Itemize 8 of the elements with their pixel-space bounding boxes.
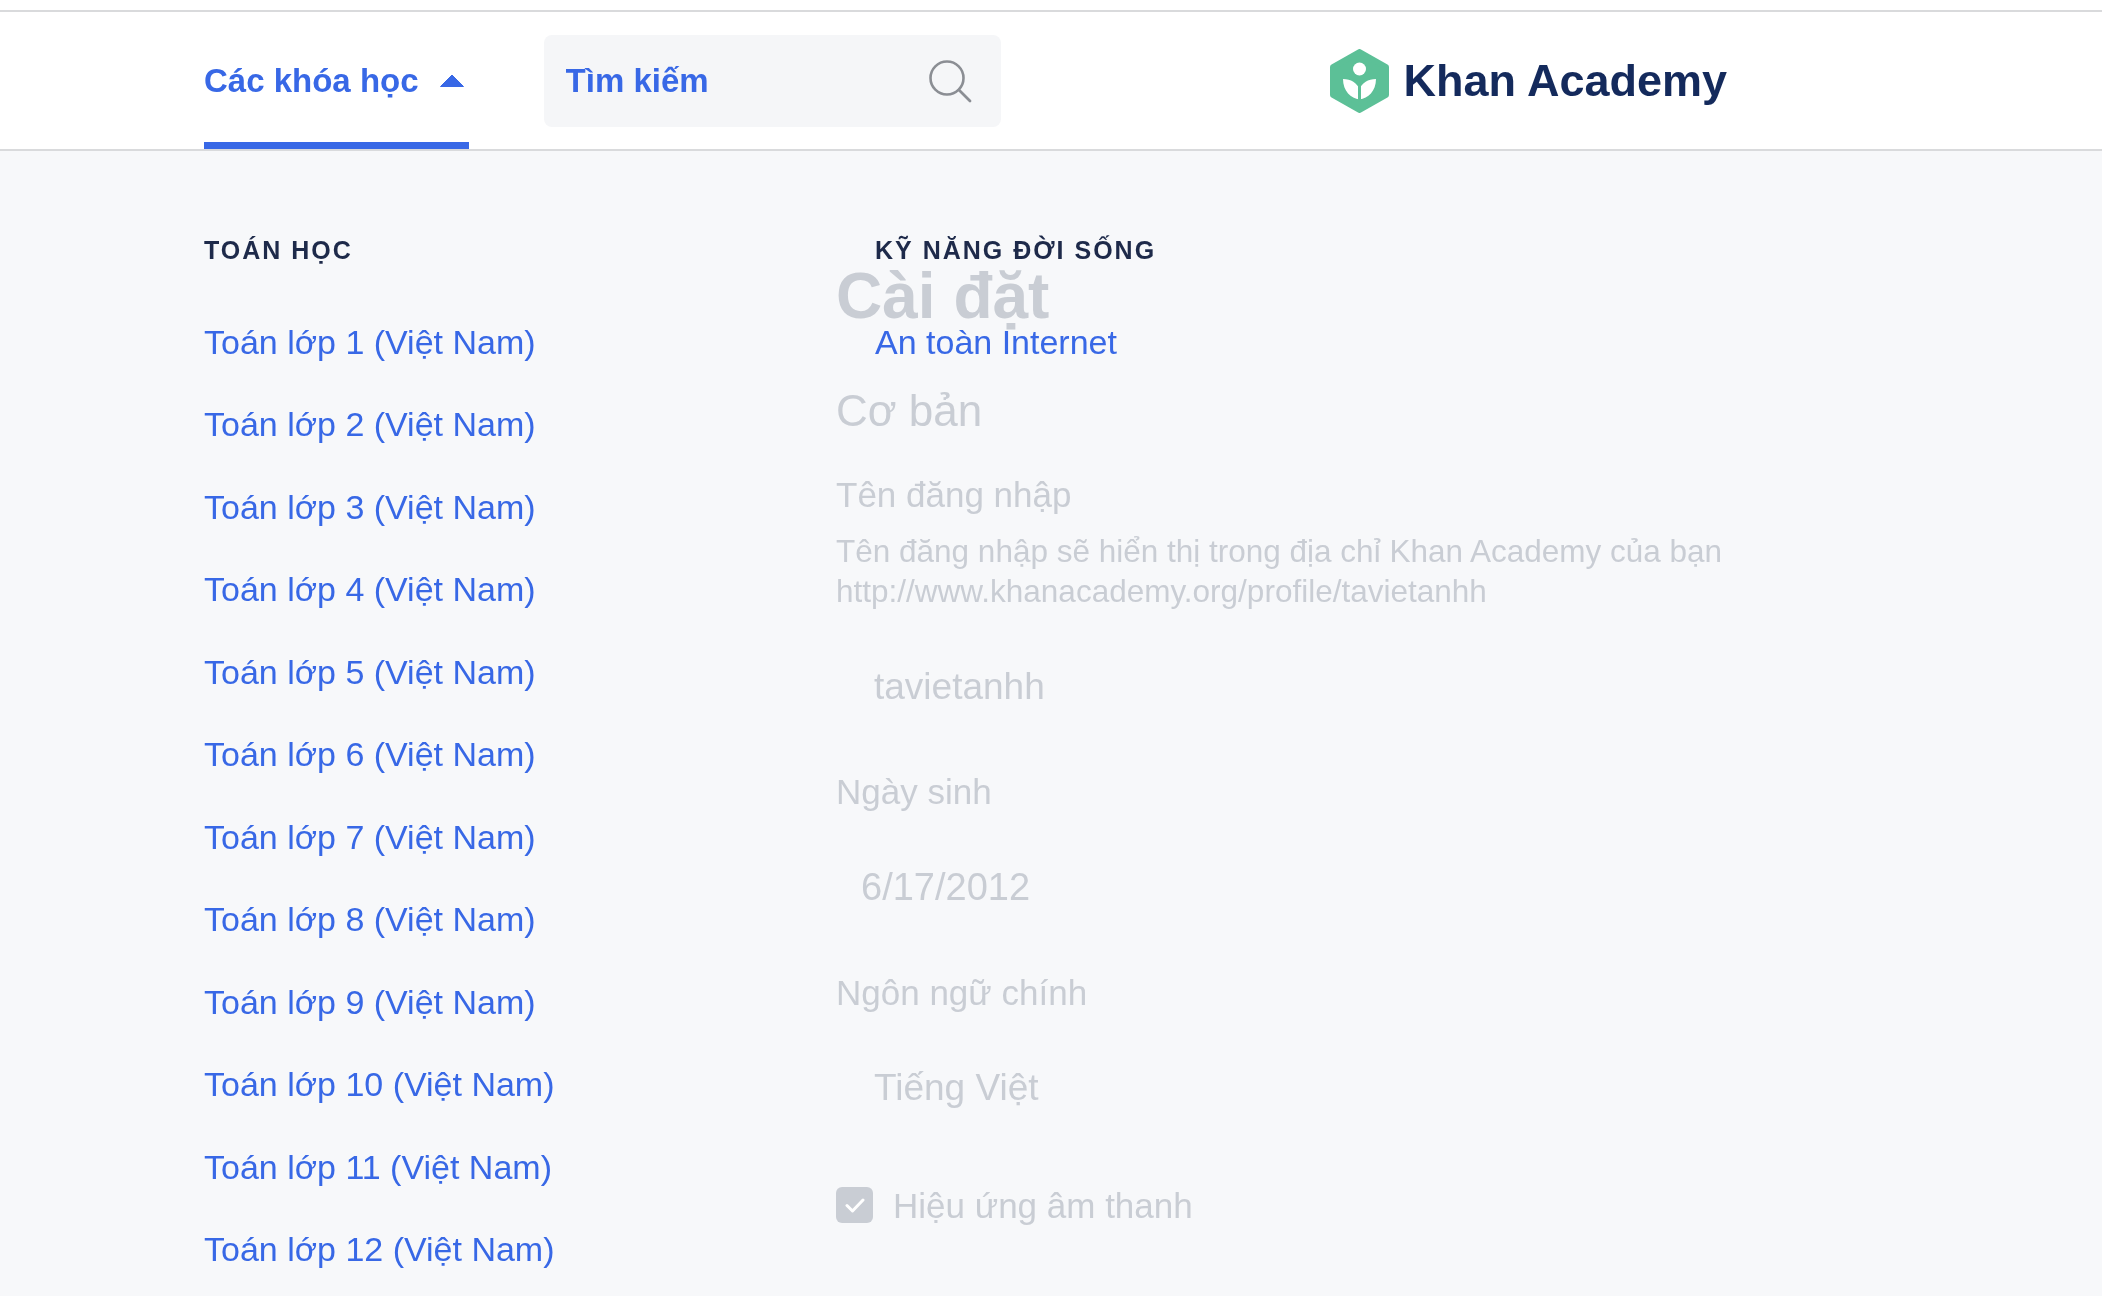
- check-icon: [844, 1197, 865, 1213]
- logo-icon: [1329, 48, 1389, 113]
- checkbox[interactable]: [836, 1187, 873, 1223]
- category-heading: TOÁN HỌC: [204, 238, 353, 263]
- course-link[interactable]: An toàn Internet: [875, 328, 1117, 357]
- search-icon: [927, 58, 972, 103]
- logo-wordmark: Khan Academy: [1403, 58, 1727, 103]
- search-field[interactable]: Tìm kiếm: [543, 34, 1001, 127]
